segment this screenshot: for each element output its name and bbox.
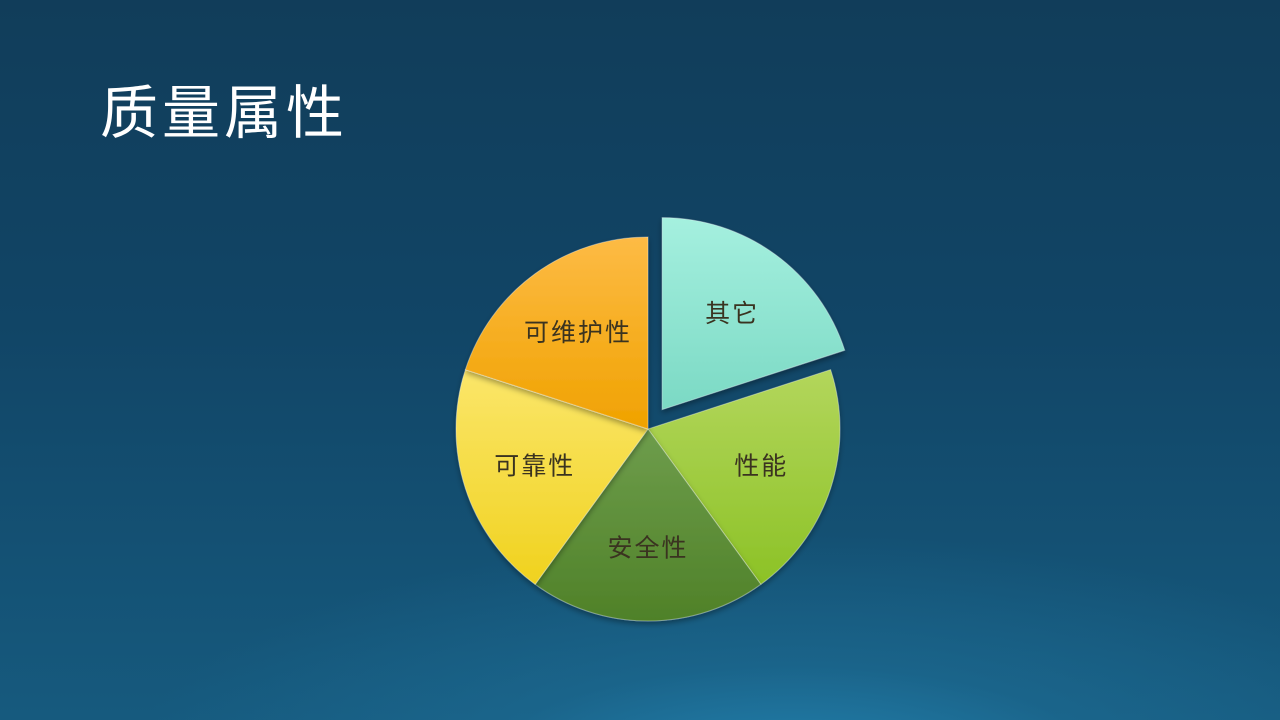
pie-slice-label-3: 安全性	[607, 534, 688, 563]
pie-chart: 其它性能安全性 可靠性 可维护性	[455, 217, 846, 622]
pie-slice-label-1: 其它	[705, 299, 759, 328]
pie-slice-label-2: 性能	[734, 451, 788, 480]
pie-slice-label-4: 可靠性	[494, 451, 575, 480]
pie-slice-label-5: 可维护性	[524, 318, 632, 347]
